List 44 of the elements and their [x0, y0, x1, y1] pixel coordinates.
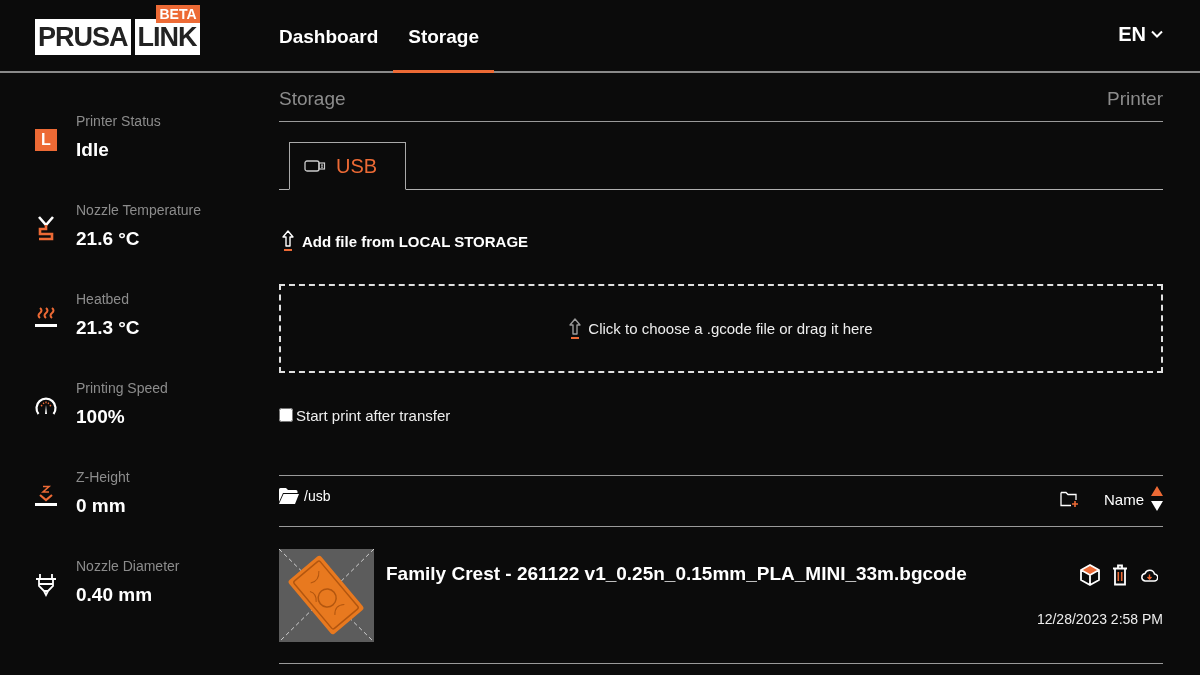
checkbox-label: Start print after transfer — [296, 406, 451, 424]
cube-icon[interactable] — [1080, 564, 1100, 586]
nav-tab[interactable]: Storage — [393, 0, 494, 73]
trash-icon[interactable] — [1112, 564, 1128, 586]
stat-label: Nozzle Temperature — [76, 201, 202, 220]
source-tab[interactable]: USB — [289, 142, 407, 190]
status-badge: L — [35, 128, 57, 151]
nozzle-icon — [35, 215, 57, 242]
file-date: 12/28/2023 2:58 PM — [1036, 611, 1163, 627]
file-name: Family Crest - 261122 v1_0.25n_0.15mm_PLA_MINI_33m.bgcode — [386, 562, 967, 586]
beta-badge: BETA — [156, 4, 200, 23]
stat-value: 0.40 mm — [76, 583, 153, 607]
folder-path: /usb — [304, 488, 331, 504]
stat-label: Nozzle Diameter — [76, 557, 180, 576]
speedometer-icon — [35, 397, 57, 416]
stat-value: 100% — [76, 405, 125, 429]
chevron-down-icon — [1151, 30, 1163, 38]
upload-arrow-icon — [282, 230, 294, 252]
folder-plus-icon[interactable] — [1060, 491, 1078, 507]
stat-label: Z-Height — [76, 468, 130, 487]
language-dropdown[interactable]: EN — [1118, 22, 1163, 46]
stat-value: 21.3 °C — [76, 316, 140, 340]
start-print-checkbox[interactable] — [279, 408, 293, 422]
logo-tile: LINK — [134, 18, 200, 55]
file-drop-zone[interactable]: Click to choose a .gcode file or drag it here — [279, 284, 1163, 373]
stat-label: Printer Status — [76, 112, 161, 131]
add-file-link[interactable]: Add file from LOCAL STORAGE — [279, 230, 529, 252]
cloud-icon[interactable] — [1140, 568, 1158, 582]
upload-arrow-icon — [569, 317, 582, 340]
z-axis-icon — [35, 484, 57, 507]
logo-tile: PRUSA — [35, 18, 131, 55]
folder-icon — [279, 488, 299, 504]
section-title: Storage — [279, 87, 346, 111]
stat-value: 21.6 °C — [76, 227, 140, 251]
heated-bed-icon — [35, 307, 57, 328]
printer-name: Printer — [1107, 87, 1163, 111]
stat-value: 0 mm — [76, 494, 126, 518]
hotend-icon — [35, 572, 57, 597]
stat-label: Printing Speed — [76, 379, 168, 398]
nav-tab[interactable]: Dashboard — [264, 0, 394, 73]
stat-label: Heatbed — [76, 290, 129, 309]
sort-button[interactable]: Name — [1104, 486, 1163, 512]
stat-value: Idle — [76, 138, 109, 162]
usb-drive-icon — [304, 160, 326, 172]
